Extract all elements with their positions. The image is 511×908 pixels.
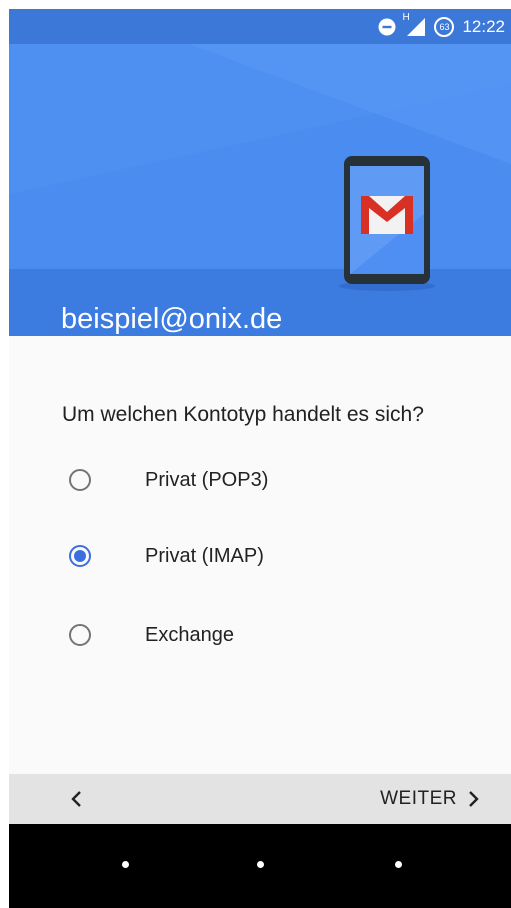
chevron-left-icon <box>71 791 81 807</box>
badge-number: 63 <box>439 21 450 32</box>
gmail-phone-icon <box>339 156 435 291</box>
status-bar: H 63 12:22 <box>9 9 511 44</box>
radio-imap[interactable] <box>69 545 91 567</box>
nav-recents-icon[interactable] <box>395 861 402 868</box>
account-header: beispiel@onix.de <box>9 44 511 336</box>
dnd-icon <box>378 18 396 36</box>
account-email: beispiel@onix.de <box>61 303 283 335</box>
notification-badge-icon: 63 <box>434 16 455 37</box>
radio-checked-dot <box>74 550 86 562</box>
network-type-label: H <box>402 11 410 23</box>
radio-exchange[interactable] <box>69 624 91 646</box>
back-button[interactable] <box>61 784 91 814</box>
account-type-form: Um welchen Kontotyp handelt es sich? Pri… <box>9 336 511 774</box>
nav-back-icon[interactable] <box>122 861 129 868</box>
chevron-right-icon <box>469 791 479 807</box>
option-imap-label: Privat (IMAP) <box>145 544 264 567</box>
option-imap[interactable]: Privat (IMAP) <box>69 534 429 578</box>
option-exchange-label: Exchange <box>145 623 234 646</box>
next-button[interactable]: WEITER <box>380 784 481 814</box>
option-pop3[interactable]: Privat (POP3) <box>69 458 429 502</box>
nav-home-icon[interactable] <box>257 861 264 868</box>
option-pop3-label: Privat (POP3) <box>145 468 269 491</box>
option-exchange[interactable]: Exchange <box>69 613 429 657</box>
radio-pop3[interactable] <box>69 469 91 491</box>
system-navigation-bar <box>9 824 511 908</box>
next-button-label: WEITER <box>380 788 457 809</box>
signal-icon: H <box>402 12 426 37</box>
status-time: 12:22 <box>462 16 505 36</box>
setup-footer: WEITER <box>9 774 511 824</box>
question-title: Um welchen Kontotyp handelt es sich? <box>62 403 424 426</box>
